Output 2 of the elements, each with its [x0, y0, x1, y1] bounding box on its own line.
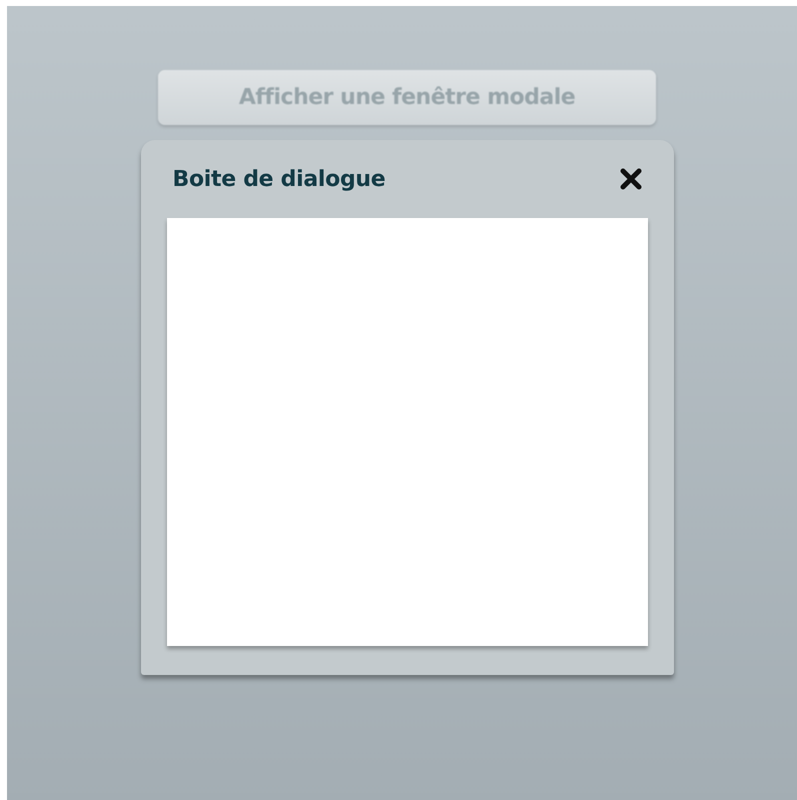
close-icon[interactable]	[618, 167, 642, 191]
dialog-title: Boite de dialogue	[172, 166, 386, 192]
